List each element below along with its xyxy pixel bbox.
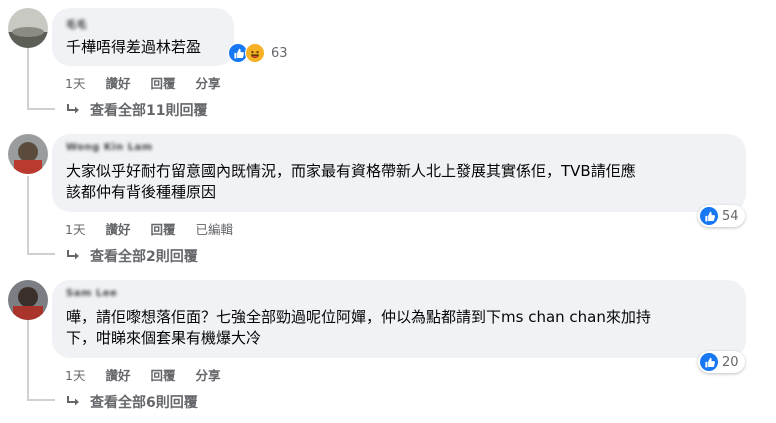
view-replies-link[interactable]: 查看全部11則回覆: [66, 100, 207, 120]
like-button[interactable]: 讚好: [105, 365, 130, 384]
reply-button[interactable]: 回覆: [150, 219, 175, 238]
thread-line: [27, 176, 29, 255]
comment-text: 下，咁睇來個套果有機爆大冷: [66, 329, 262, 347]
comment-text: 千樺唔得差過林若盈: [66, 38, 202, 56]
like-button[interactable]: 讚好: [105, 219, 130, 238]
comment-text: 大家似乎好耐冇留意國內既情況，而家最有資格帶新人北上發展其實係佢，TVB請佢應: [66, 162, 636, 180]
view-replies-link[interactable]: 查看全部6則回覆: [66, 392, 198, 412]
thread-line: [27, 48, 29, 110]
reaction-count: 63: [271, 45, 288, 61]
comment-author[interactable]: 毛毛: [66, 16, 87, 31]
comment-actions: 1天 讚好 回覆 分享: [65, 365, 241, 384]
thread-line: [29, 108, 55, 110]
reaction-summary[interactable]: 54: [698, 205, 745, 227]
like-icon: [700, 207, 718, 225]
reply-arrow-icon: [67, 104, 79, 114]
share-button[interactable]: 分享: [195, 73, 220, 92]
reply-button[interactable]: 回覆: [150, 365, 175, 384]
avatar[interactable]: [8, 8, 48, 48]
view-replies-link[interactable]: 查看全部2則回覆: [66, 246, 198, 266]
comment-text: 嘩，請佢嚟想落佢面？七強全部勁過呢位阿嬋，仲以為點都請到下ms chan cha…: [66, 308, 651, 326]
comment-timestamp[interactable]: 1天: [65, 73, 85, 92]
thread-line: [29, 253, 55, 255]
comment-author[interactable]: Sam Lee: [66, 288, 117, 299]
comment-actions: 1天 讚好 回覆 已編輯: [65, 219, 253, 238]
thread-line: [29, 399, 55, 401]
view-replies-label: 查看全部2則回覆: [90, 249, 198, 265]
comment-actions: 1天 讚好 回覆 分享: [65, 73, 241, 92]
share-button[interactable]: 分享: [195, 365, 220, 384]
avatar[interactable]: [8, 280, 48, 320]
comment-bubble: 毛毛 千樺唔得差過林若盈: [52, 8, 234, 66]
thread-line: [27, 320, 29, 401]
comment-bubble: Wong Kin Lam 大家似乎好耐冇留意國內既情況，而家最有資格帶新人北上發…: [52, 134, 746, 212]
reaction-summary[interactable]: 20: [698, 351, 745, 373]
view-replies-label: 查看全部6則回覆: [90, 395, 198, 411]
comment-timestamp[interactable]: 1天: [65, 219, 85, 238]
comment-bubble: Sam Lee 嘩，請佢嚟想落佢面？七強全部勁過呢位阿嬋，仲以為點都請到下ms …: [52, 280, 746, 358]
reply-arrow-icon: [67, 250, 79, 260]
like-icon: [700, 353, 718, 371]
reply-button[interactable]: 回覆: [150, 73, 175, 92]
comment-text: 該都仲有背後種種原因: [66, 183, 217, 201]
reply-arrow-icon: [67, 396, 79, 406]
edited-label: 已編輯: [195, 222, 233, 237]
comment-author[interactable]: Wong Kin Lam: [66, 142, 153, 153]
view-replies-label: 查看全部11則回覆: [90, 103, 208, 119]
haha-icon: [245, 43, 265, 63]
reaction-count: 20: [722, 354, 739, 370]
reaction-summary[interactable]: 63: [228, 43, 288, 63]
avatar[interactable]: [8, 134, 48, 174]
reaction-count: 54: [722, 208, 739, 224]
like-button[interactable]: 讚好: [105, 73, 130, 92]
comment-timestamp[interactable]: 1天: [65, 365, 85, 384]
